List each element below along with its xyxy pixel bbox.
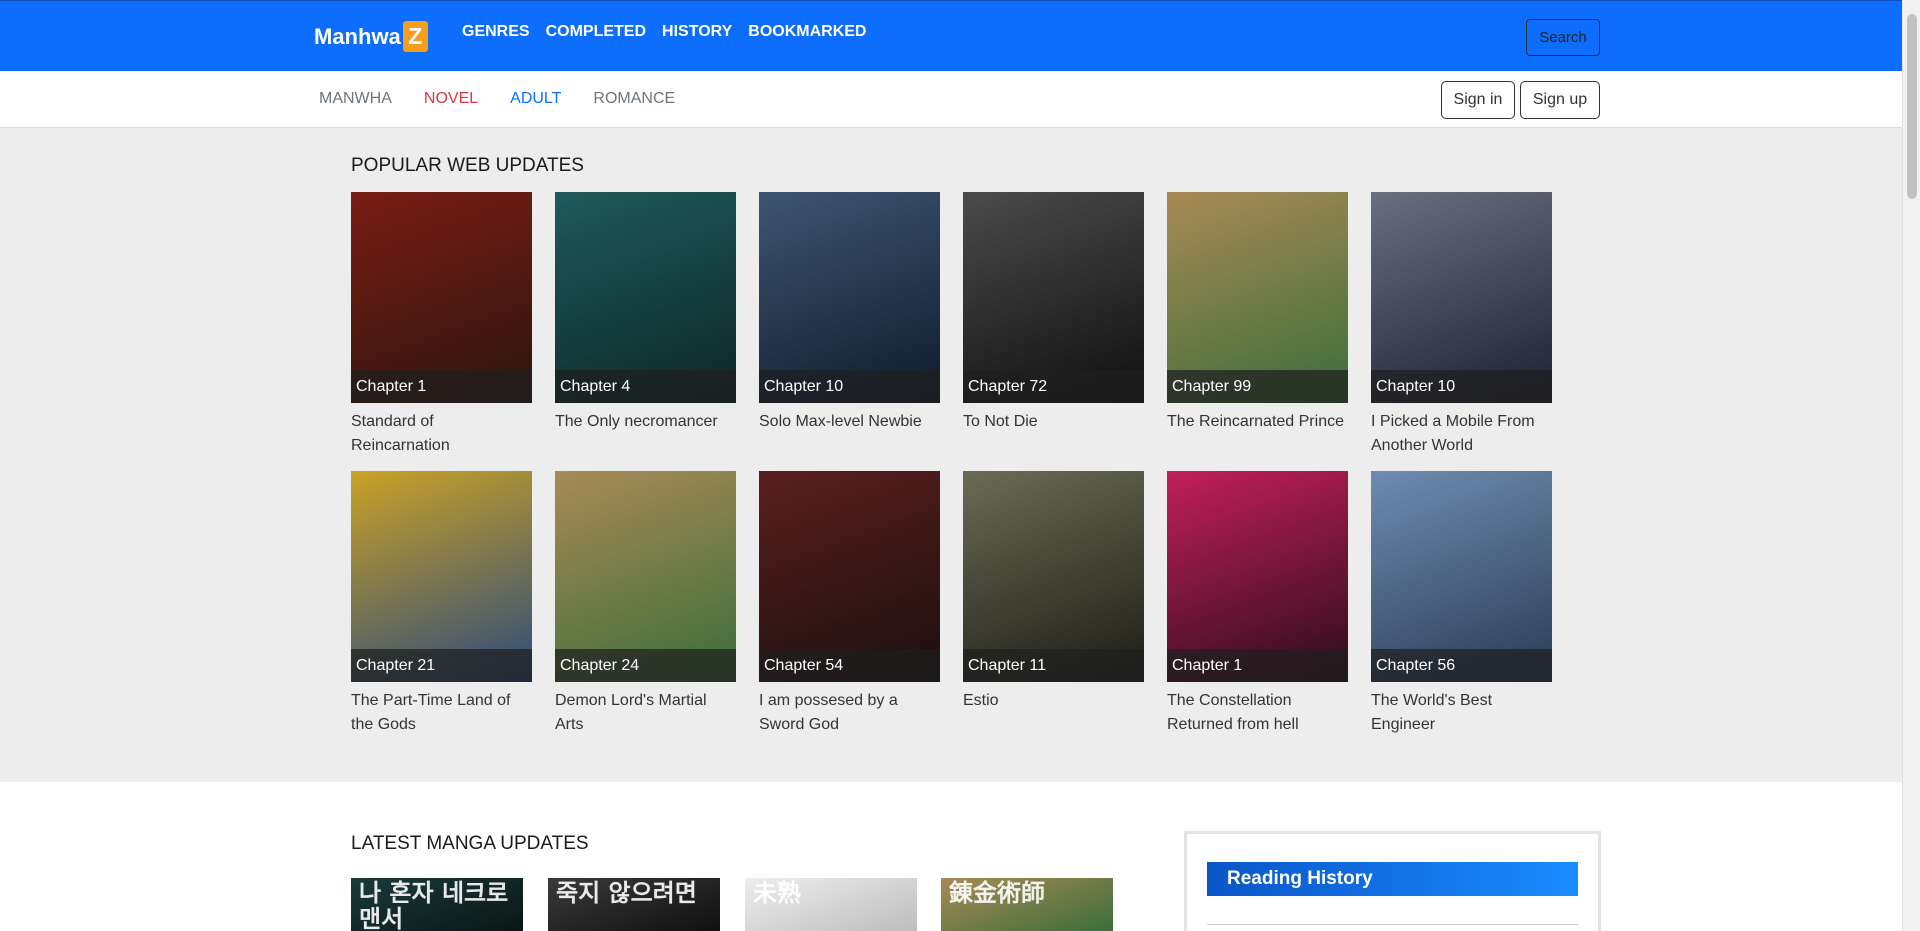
manga-title[interactable]: I Picked a Mobile From Another World bbox=[1371, 410, 1552, 458]
category-manwha[interactable]: MANWHA bbox=[319, 90, 392, 108]
nav-history[interactable]: HISTORY bbox=[662, 23, 732, 41]
divider bbox=[1207, 924, 1578, 925]
manga-card[interactable]: Chapter 1 Standard of Reincarnation bbox=[351, 192, 532, 458]
nav-completed[interactable]: COMPLETED bbox=[546, 23, 646, 41]
manga-card[interactable]: Chapter 56 The World's Best Engineer bbox=[1371, 471, 1552, 737]
category-romance[interactable]: ROMANCE bbox=[593, 90, 675, 108]
manga-cover-image[interactable]: Chapter 21 bbox=[351, 471, 532, 682]
nav-bookmarked[interactable]: BOOKMARKED bbox=[748, 23, 866, 41]
top-navbar: Manhwa Z GENRES COMPLETED HISTORY BOOKMA… bbox=[0, 0, 1902, 71]
manga-title[interactable]: The World's Best Engineer bbox=[1371, 689, 1552, 737]
chapter-label[interactable]: Chapter 4 bbox=[555, 370, 736, 403]
chapter-label[interactable]: Chapter 56 bbox=[1371, 649, 1552, 682]
search-button[interactable]: Search bbox=[1526, 19, 1600, 56]
manga-title[interactable]: Solo Max-level Newbie bbox=[759, 410, 940, 434]
cover-art-text: 未熟 bbox=[753, 879, 801, 907]
manga-card[interactable]: Chapter 1 The Constellation Returned from… bbox=[1167, 471, 1348, 737]
page-scrollbar[interactable] bbox=[1902, 0, 1920, 931]
popular-section-title: POPULAR WEB UPDATES bbox=[351, 155, 584, 176]
logo-text: Manhwa bbox=[314, 23, 401, 49]
chapter-label[interactable]: Chapter 10 bbox=[759, 370, 940, 403]
manga-cover-image[interactable]: Chapter 72 bbox=[963, 192, 1144, 403]
chapter-label[interactable]: Chapter 11 bbox=[963, 649, 1144, 682]
chapter-label[interactable]: Chapter 24 bbox=[555, 649, 736, 682]
chapter-label[interactable]: Chapter 21 bbox=[351, 649, 532, 682]
manga-cover-image[interactable]: Chapter 10 bbox=[1371, 192, 1552, 403]
cover-art-text: 죽지 않으려면 bbox=[556, 879, 697, 907]
chapter-label[interactable]: Chapter 10 bbox=[1371, 370, 1552, 403]
nav-genres[interactable]: GENRES bbox=[462, 23, 530, 41]
manga-title[interactable]: The Only necromancer bbox=[555, 410, 736, 434]
chapter-label[interactable]: Chapter 54 bbox=[759, 649, 940, 682]
latest-manga-cover[interactable]: 죽지 않으려면 bbox=[548, 878, 720, 931]
manga-title[interactable]: Estio bbox=[963, 689, 1144, 713]
category-novel[interactable]: NOVEL bbox=[424, 90, 478, 108]
manga-cover-image[interactable]: Chapter 1 bbox=[351, 192, 532, 403]
manga-cover-image[interactable]: Chapter 56 bbox=[1371, 471, 1552, 682]
chapter-label[interactable]: Chapter 1 bbox=[1167, 649, 1348, 682]
manga-card[interactable]: Chapter 11 Estio bbox=[963, 471, 1144, 713]
main-nav: GENRES COMPLETED HISTORY BOOKMARKED bbox=[462, 23, 866, 41]
manga-title[interactable]: Standard of Reincarnation bbox=[351, 410, 532, 458]
manga-title[interactable]: The Reincarnated Prince bbox=[1167, 410, 1348, 434]
sign-up-button[interactable]: Sign up bbox=[1520, 81, 1600, 119]
cover-art-text: 나 혼자 네크로맨서 bbox=[359, 879, 509, 931]
manga-card[interactable]: Chapter 21 The Part-Time Land of the Gods bbox=[351, 471, 532, 737]
manga-cover-image[interactable]: Chapter 1 bbox=[1167, 471, 1348, 682]
manga-card[interactable]: Chapter 4 The Only necromancer bbox=[555, 192, 736, 434]
site-logo[interactable]: Manhwa Z bbox=[314, 21, 428, 52]
latest-section-title: LATEST MANGA UPDATES bbox=[351, 833, 589, 854]
reading-history-panel: Reading History bbox=[1184, 831, 1601, 931]
manga-cover-image[interactable]: Chapter 11 bbox=[963, 471, 1144, 682]
sign-in-button[interactable]: Sign in bbox=[1441, 81, 1515, 119]
manga-title[interactable]: The Constellation Returned from hell bbox=[1167, 689, 1348, 737]
manga-cover-image[interactable]: Chapter 24 bbox=[555, 471, 736, 682]
scrollbar-thumb[interactable] bbox=[1907, 14, 1917, 199]
chapter-label[interactable]: Chapter 99 bbox=[1167, 370, 1348, 403]
manga-card[interactable]: Chapter 99 The Reincarnated Prince bbox=[1167, 192, 1348, 434]
category-navbar: MANWHA NOVEL ADULT ROMANCE Sign in Sign … bbox=[0, 71, 1902, 128]
manga-title[interactable]: I am possesed by a Sword God bbox=[759, 689, 940, 737]
manga-card[interactable]: Chapter 72 To Not Die bbox=[963, 192, 1144, 434]
manga-card[interactable]: Chapter 54 I am possesed by a Sword God bbox=[759, 471, 940, 737]
chapter-label[interactable]: Chapter 1 bbox=[351, 370, 532, 403]
latest-manga-cover[interactable]: 錬金術師 bbox=[941, 878, 1113, 931]
reading-history-title: Reading History bbox=[1207, 862, 1578, 896]
manga-card[interactable]: Chapter 10 Solo Max-level Newbie bbox=[759, 192, 940, 434]
manga-cover-image[interactable]: Chapter 10 bbox=[759, 192, 940, 403]
logo-badge: Z bbox=[402, 21, 428, 52]
latest-manga-cover[interactable]: 未熟 bbox=[745, 878, 917, 931]
manga-cover-image[interactable]: Chapter 99 bbox=[1167, 192, 1348, 403]
manga-title[interactable]: The Part-Time Land of the Gods bbox=[351, 689, 532, 737]
cover-art-text: 錬金術師 bbox=[949, 879, 1045, 907]
manga-title[interactable]: Demon Lord's Martial Arts bbox=[555, 689, 736, 737]
latest-manga-cover[interactable]: 나 혼자 네크로맨서 bbox=[351, 878, 523, 931]
manga-card[interactable]: Chapter 24 Demon Lord's Martial Arts bbox=[555, 471, 736, 737]
category-nav: MANWHA NOVEL ADULT ROMANCE bbox=[319, 90, 675, 108]
chapter-label[interactable]: Chapter 72 bbox=[963, 370, 1144, 403]
manga-cover-image[interactable]: Chapter 4 bbox=[555, 192, 736, 403]
category-adult[interactable]: ADULT bbox=[510, 90, 561, 108]
manga-title[interactable]: To Not Die bbox=[963, 410, 1144, 434]
manga-cover-image[interactable]: Chapter 54 bbox=[759, 471, 940, 682]
manga-card[interactable]: Chapter 10 I Picked a Mobile From Another… bbox=[1371, 192, 1552, 458]
